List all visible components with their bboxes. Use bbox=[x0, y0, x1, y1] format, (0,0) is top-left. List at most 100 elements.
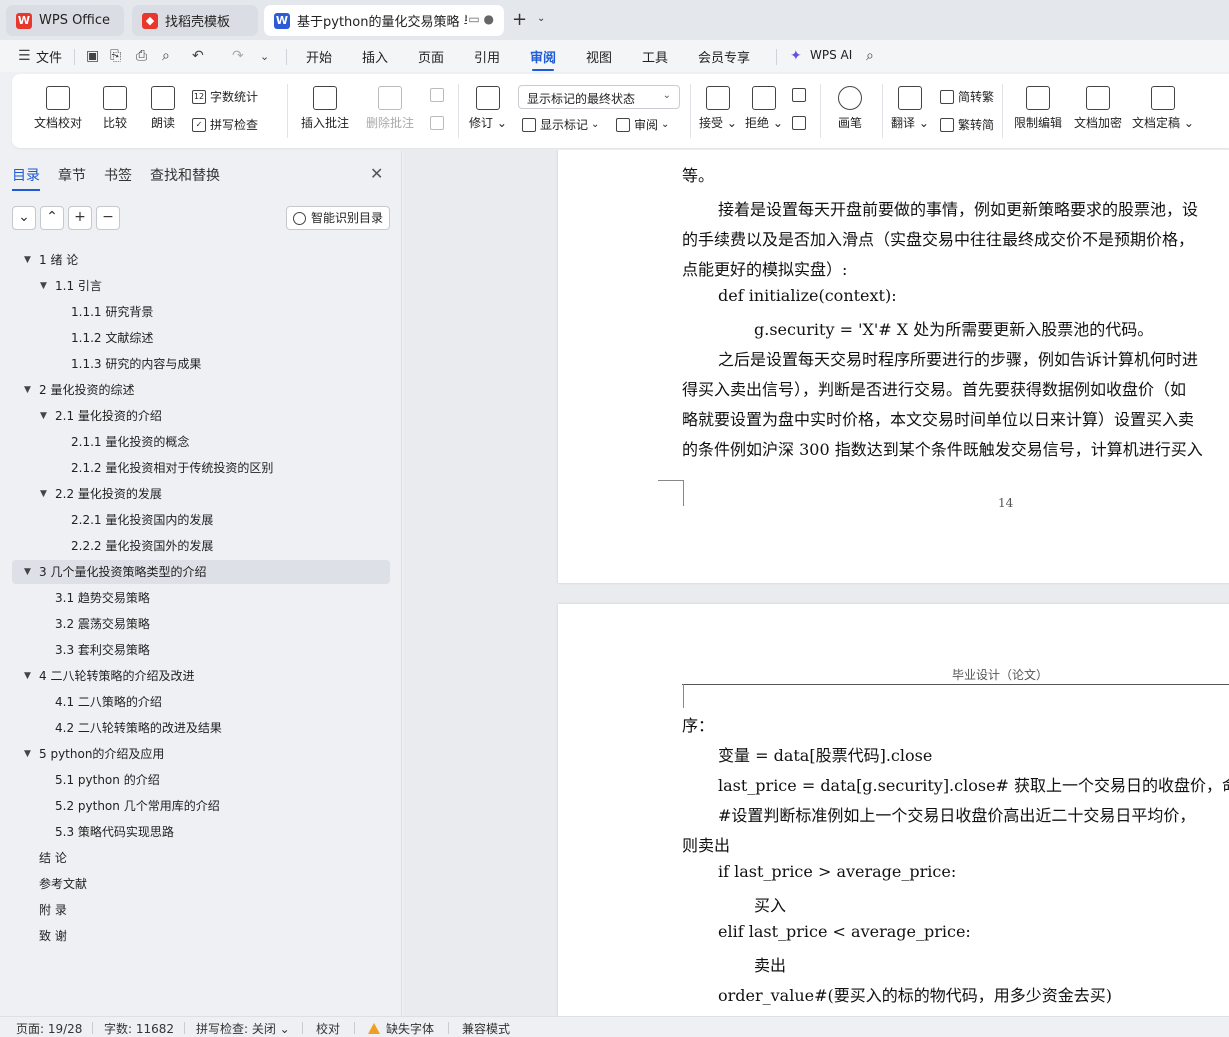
show-markup-button[interactable]: 显示标记 ⌄ bbox=[522, 116, 599, 133]
prev-change-button[interactable] bbox=[792, 88, 810, 102]
nav-tab-sections[interactable]: 章节 bbox=[58, 165, 86, 185]
proofread-button[interactable]: 校对 bbox=[316, 1020, 340, 1037]
expand-up-button[interactable]: ⌃ bbox=[40, 206, 64, 230]
tab-docer[interactable]: ◆ 找稻壳模板 bbox=[132, 5, 258, 36]
menu-membership[interactable]: 会员专享 bbox=[698, 47, 750, 66]
toc-item[interactable]: 3.3 套利交易策略 bbox=[12, 638, 390, 662]
toc-item[interactable]: 2.1.1 量化投资的概念 bbox=[12, 430, 390, 454]
spell-check-button[interactable]: ✓ 拼写检查 bbox=[192, 116, 258, 133]
toc-item[interactable]: 5.1 python 的介绍 bbox=[12, 768, 390, 792]
toc-item[interactable]: 1.1.2 文献综述 bbox=[12, 326, 390, 350]
menu-page[interactable]: 页面 bbox=[418, 47, 444, 66]
nav-tab-toc[interactable]: 目录 bbox=[12, 165, 40, 191]
document-text-line[interactable]: 点能更好的模拟实盘）: bbox=[682, 256, 847, 280]
toc-item[interactable]: ▼ 2.2 量化投资的发展 bbox=[12, 482, 390, 506]
menu-view[interactable]: 视图 bbox=[586, 47, 612, 66]
toc-item[interactable]: 4.2 二八轮转策略的改进及结果 bbox=[12, 716, 390, 740]
toc-item[interactable]: ▼ 1.1 引言 bbox=[12, 274, 390, 298]
document-text-line[interactable]: 之后是设置每天交易时程序所要进行的步骤，例如告诉计算机何时进 bbox=[718, 346, 1198, 370]
toc-item[interactable]: ▼ 1 绪 论 bbox=[12, 248, 390, 272]
toc-item[interactable]: 3.1 趋势交易策略 bbox=[12, 586, 390, 610]
new-tab-icon[interactable]: + bbox=[512, 9, 527, 30]
document-text-line[interactable]: 的手续费以及是否加入滑点（实盘交易中往往最终成交价不是预期价格， bbox=[682, 226, 1194, 250]
print-preview-icon[interactable]: ⌕ bbox=[162, 48, 170, 64]
close-icon[interactable]: ✕ bbox=[370, 164, 383, 183]
toc-item[interactable]: ▼ 2 量化投资的综述 bbox=[12, 378, 390, 402]
doc-check-button[interactable]: 文档校对 bbox=[28, 86, 88, 131]
toc-item[interactable]: ▼ 4 二八轮转策略的介绍及改进 bbox=[12, 664, 390, 688]
document-text-line[interactable]: order_value#(要买入的标的物代码，用多少资金去买) bbox=[718, 982, 1112, 1006]
toc-item[interactable]: 参考文献 bbox=[12, 872, 390, 896]
expand-arrow-icon[interactable]: ▼ bbox=[24, 248, 31, 272]
menu-references[interactable]: 引用 bbox=[474, 47, 500, 66]
remove-heading-button[interactable]: − bbox=[96, 206, 120, 230]
expand-arrow-icon[interactable]: ▼ bbox=[24, 560, 31, 584]
tab-status-dot-icon[interactable]: ▭ ● bbox=[468, 12, 494, 26]
expand-arrow-icon[interactable]: ▼ bbox=[24, 378, 31, 402]
nav-tab-find-replace[interactable]: 查找和替换 bbox=[150, 165, 220, 185]
expand-arrow-icon[interactable]: ▼ bbox=[40, 404, 47, 428]
save-icon[interactable]: ▣ bbox=[86, 48, 99, 64]
add-heading-button[interactable]: + bbox=[68, 206, 92, 230]
next-change-button[interactable] bbox=[792, 116, 810, 130]
menu-insert[interactable]: 插入 bbox=[362, 47, 388, 66]
toc-item[interactable]: 2.2.2 量化投资国外的发展 bbox=[12, 534, 390, 558]
export-icon[interactable]: ⎘ bbox=[110, 48, 121, 64]
read-aloud-button[interactable]: 朗读 bbox=[142, 86, 184, 131]
page-indicator[interactable]: 页面: 19/28 bbox=[16, 1020, 82, 1037]
toc-item[interactable]: 5.2 python 几个常用库的介绍 bbox=[12, 794, 390, 818]
chevron-down-icon[interactable]: ⌄ bbox=[260, 50, 269, 63]
delete-comment-button[interactable]: 删除批注 bbox=[358, 86, 422, 131]
insert-comment-button[interactable]: 插入批注 bbox=[296, 86, 354, 131]
pen-button[interactable]: 画笔 bbox=[830, 86, 870, 131]
reject-button[interactable]: 拒绝 ⌄ bbox=[744, 86, 784, 131]
word-count-button[interactable]: 12 字数统计 bbox=[192, 88, 258, 105]
prev-comment-button[interactable] bbox=[430, 88, 448, 102]
document-text-line[interactable]: g.security = 'X'# X 处为所需要更新入股票池的代码。 bbox=[754, 316, 1153, 340]
spell-check-status[interactable]: 拼写检查: 关闭 ⌄ bbox=[196, 1020, 290, 1037]
next-comment-button[interactable] bbox=[430, 116, 448, 130]
document-text-line[interactable]: 变量 = data[股票代码].close bbox=[718, 742, 932, 766]
markup-state-select[interactable]: 显示标记的最终状态 ⌄ bbox=[518, 85, 680, 109]
expand-arrow-icon[interactable]: ▼ bbox=[40, 482, 47, 506]
nav-tab-bookmarks[interactable]: 书签 bbox=[104, 165, 132, 185]
menu-home[interactable]: 开始 bbox=[306, 47, 332, 66]
menu-file[interactable]: 文件 bbox=[36, 47, 62, 66]
word-count-indicator[interactable]: 字数: 11682 bbox=[104, 1020, 174, 1037]
document-text-line[interactable]: last_price = data[g.security].close# 获取上… bbox=[718, 772, 1229, 796]
tab-document[interactable]: W 基于python的量化交易策略 毕 ▭ ● bbox=[264, 5, 504, 36]
document-text-line[interactable]: elif last_price < average_price: bbox=[718, 922, 971, 941]
toc-item[interactable]: 致 谢 bbox=[12, 924, 390, 948]
redo-icon[interactable]: ↷ bbox=[232, 48, 244, 64]
document-text-line[interactable]: 序： bbox=[682, 712, 714, 736]
compare-button[interactable]: 比较 bbox=[94, 86, 136, 131]
collapse-button[interactable]: ⌄ bbox=[12, 206, 36, 230]
toc-item[interactable]: 5.3 策略代码实现思路 bbox=[12, 820, 390, 844]
undo-icon[interactable]: ↶ bbox=[192, 48, 204, 64]
print-icon[interactable]: ⎙ bbox=[136, 48, 147, 64]
hamburger-icon[interactable]: ☰ bbox=[18, 48, 31, 64]
menu-review[interactable]: 审阅 bbox=[530, 47, 556, 71]
toc-item[interactable]: ▼ 5 python的介绍及应用 bbox=[12, 742, 390, 766]
menu-wps-ai[interactable]: WPS AI bbox=[810, 48, 852, 62]
document-text-line[interactable]: 买入 bbox=[754, 892, 786, 916]
finalize-button[interactable]: 文档定稿 ⌄ bbox=[1130, 86, 1196, 131]
track-changes-button[interactable]: 修订 ⌄ bbox=[466, 86, 510, 131]
missing-font-button[interactable]: 缺失字体 bbox=[368, 1020, 434, 1037]
accept-button[interactable]: 接受 ⌄ bbox=[698, 86, 738, 131]
toc-item[interactable]: 结 论 bbox=[12, 846, 390, 870]
document-text-line[interactable]: 接着是设置每天开盘前要做的事情，例如更新策略要求的股票池，设 bbox=[718, 196, 1198, 220]
toc-item[interactable]: 1.1.1 研究背景 bbox=[12, 300, 390, 324]
toc-item[interactable]: 1.1.3 研究的内容与成果 bbox=[12, 352, 390, 376]
restrict-edit-button[interactable]: 限制编辑 bbox=[1010, 86, 1066, 131]
to-traditional-button[interactable]: 简转繁 bbox=[940, 88, 994, 105]
document-text-line[interactable]: 则卖出 bbox=[682, 832, 730, 856]
smart-toc-button[interactable]: 智能识别目录 bbox=[286, 206, 390, 230]
document-text-line[interactable]: #设置判断标准例如上一个交易日收盘价高出近二十交易日平均价， bbox=[718, 802, 1195, 826]
expand-arrow-icon[interactable]: ▼ bbox=[24, 742, 31, 766]
encrypt-button[interactable]: 文档加密 bbox=[1070, 86, 1126, 131]
toc-item[interactable]: 附 录 bbox=[12, 898, 390, 922]
chevron-down-icon[interactable]: ⌄ bbox=[537, 13, 545, 24]
toc-item[interactable]: 2.2.1 量化投资国内的发展 bbox=[12, 508, 390, 532]
expand-arrow-icon[interactable]: ▼ bbox=[24, 664, 31, 688]
